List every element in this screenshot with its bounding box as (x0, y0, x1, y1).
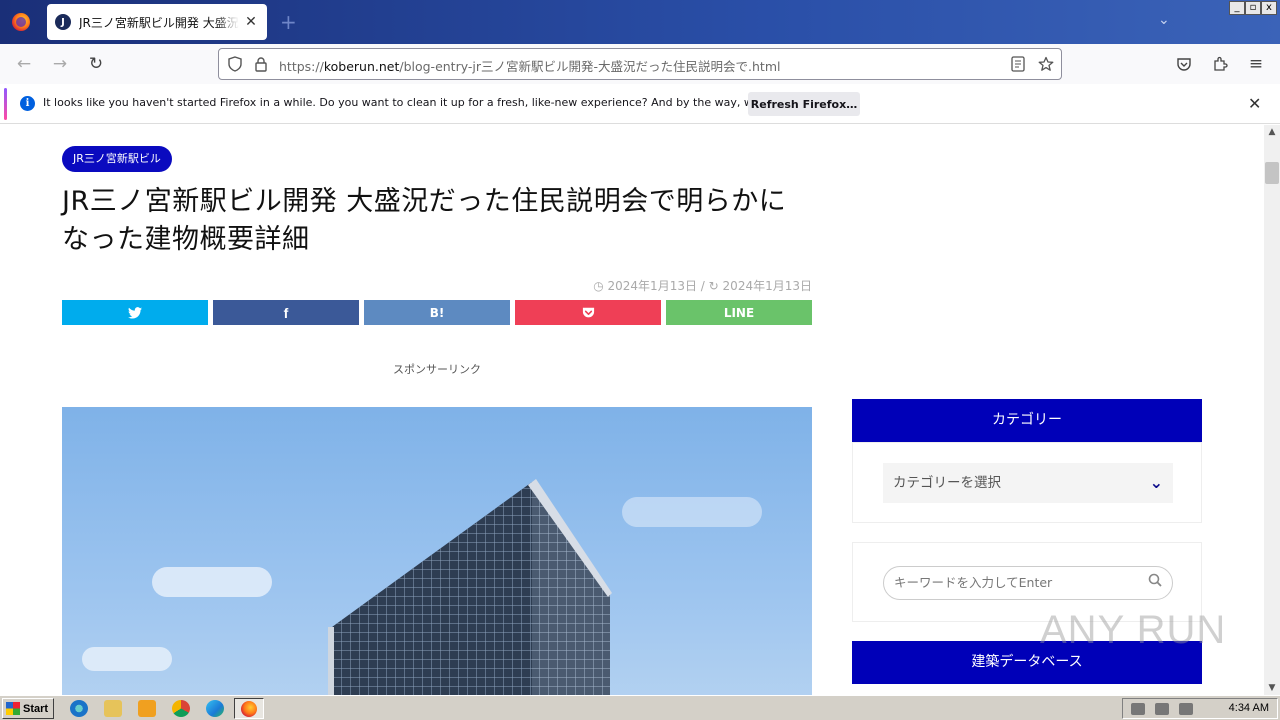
chrome-icon[interactable] (172, 700, 190, 717)
published-date: 2024年1月13日 (607, 279, 697, 293)
firefox-icon (12, 13, 30, 31)
flag-icon[interactable] (1179, 703, 1193, 715)
site-favicon-icon: J (55, 14, 71, 30)
building-illustration (328, 479, 612, 695)
app-menu-icon[interactable]: ≡ (1244, 52, 1268, 76)
share-buttons: f B! LINE (62, 300, 812, 325)
start-button[interactable]: Start (2, 698, 54, 719)
page-scrollbar[interactable]: ▲ ▼ (1264, 125, 1280, 695)
hatena-label: B! (429, 305, 445, 320)
info-icon: i (20, 96, 35, 111)
firefox-icon (241, 701, 257, 717)
category-widget: カテゴリーを選択 ⌄ (852, 442, 1202, 523)
nav-bar: ← → ↻ https://koberun.net/blog-entry-jr三… (0, 44, 1280, 84)
scroll-down-icon[interactable]: ▼ (1264, 681, 1280, 695)
firefox-taskbar-button[interactable] (234, 698, 264, 719)
minimize-button[interactable]: _ (1229, 1, 1245, 15)
category-select[interactable]: カテゴリーを選択 ⌄ (883, 463, 1173, 503)
twitter-icon (128, 306, 142, 319)
chevron-down-icon: ⌄ (1149, 473, 1163, 492)
url-bar[interactable]: https://koberun.net/blog-entry-jr三ノ宮新駅ビル… (218, 48, 1062, 80)
notification-message: It looks like you haven't started Firefo… (43, 96, 827, 109)
twitter-share-button[interactable] (62, 300, 208, 325)
pocket-toolbar-icon[interactable] (1172, 52, 1196, 76)
updated-date: 2024年1月13日 (722, 279, 812, 293)
pocket-share-button[interactable] (515, 300, 661, 325)
lock-icon[interactable] (252, 55, 270, 73)
notification-accent (4, 88, 7, 120)
windows-taskbar: Start 4:34 AM (0, 695, 1280, 720)
article-hero-image (62, 407, 812, 695)
reader-view-icon[interactable] (1009, 55, 1027, 73)
edge-icon[interactable] (206, 700, 224, 717)
windows-logo-icon (6, 702, 20, 715)
facebook-icon: f (283, 304, 289, 321)
clock: 4:34 AM (1228, 702, 1269, 714)
search-icon[interactable] (1148, 567, 1162, 599)
refresh-firefox-button[interactable]: Refresh Firefox… (748, 92, 860, 116)
bookmark-star-icon[interactable] (1037, 55, 1055, 73)
facebook-share-button[interactable]: f (213, 300, 359, 325)
hatena-share-button[interactable]: B! (364, 300, 510, 325)
forward-icon[interactable]: → (48, 52, 72, 76)
tab-title: JR三ノ宮新駅ビル開発 大盛況だった住民説明会で明らかになった建物概要詳細 (79, 15, 239, 30)
media-player-icon[interactable] (138, 700, 156, 717)
system-tray: 4:34 AM (1122, 698, 1278, 719)
list-all-tabs-icon[interactable]: ⌄ (1158, 12, 1170, 28)
category-select-value: カテゴリーを選択 (893, 475, 1001, 491)
new-tab-icon[interactable]: + (280, 10, 297, 34)
url-text[interactable]: https://koberun.net/blog-entry-jr三ノ宮新駅ビル… (279, 56, 780, 75)
article-title: JR三ノ宮新駅ビル開発 大盛況だった住民説明会で明らかになった建物概要詳細 (62, 186, 787, 255)
restore-button[interactable]: ▫ (1245, 1, 1261, 15)
active-tab[interactable]: J JR三ノ宮新駅ビル開発 大盛況だった住民説明会で明らかになった建物概要詳細 … (47, 4, 267, 40)
tab-close-icon[interactable]: ✕ (243, 14, 259, 30)
category-badge[interactable]: JR三ノ宮新駅ビル (62, 146, 172, 172)
pocket-icon (582, 307, 594, 317)
internet-explorer-icon[interactable] (70, 700, 88, 717)
volume-icon[interactable] (1131, 703, 1145, 715)
reload-icon[interactable]: ↻ (84, 52, 108, 76)
clock-icon: ◷ (593, 279, 604, 293)
line-share-button[interactable]: LINE (666, 300, 812, 325)
updated-icon: ↻ (708, 279, 719, 293)
category-widget-heading: カテゴリー (852, 399, 1202, 442)
close-notification-icon[interactable]: ✕ (1248, 94, 1261, 113)
start-label: Start (23, 702, 49, 715)
search-input[interactable]: キーワードを入力してEnter (883, 566, 1173, 600)
anyrun-watermark: ANY RUN (1040, 608, 1227, 652)
search-placeholder: キーワードを入力してEnter (894, 575, 1053, 590)
post-dates: ◷ 2024年1月13日 / ↻ 2024年1月13日 (593, 279, 812, 293)
refresh-notification: i It looks like you haven't started Fire… (0, 84, 1280, 124)
file-explorer-icon[interactable] (104, 700, 122, 717)
firefox-menu-button[interactable] (0, 0, 42, 44)
sponsor-label: スポンサーリンク (393, 363, 481, 376)
network-icon[interactable] (1155, 703, 1169, 715)
extensions-icon[interactable] (1208, 52, 1232, 76)
back-icon[interactable]: ← (12, 52, 36, 76)
close-window-button[interactable]: x (1261, 1, 1277, 15)
line-label: LINE (723, 305, 755, 320)
tab-bar: J JR三ノ宮新駅ビル開発 大盛況だった住民説明会で明らかになった建物概要詳細 … (0, 0, 1280, 44)
scroll-thumb[interactable] (1265, 162, 1279, 184)
tracking-shield-icon[interactable] (226, 55, 244, 73)
scroll-up-icon[interactable]: ▲ (1264, 125, 1280, 139)
